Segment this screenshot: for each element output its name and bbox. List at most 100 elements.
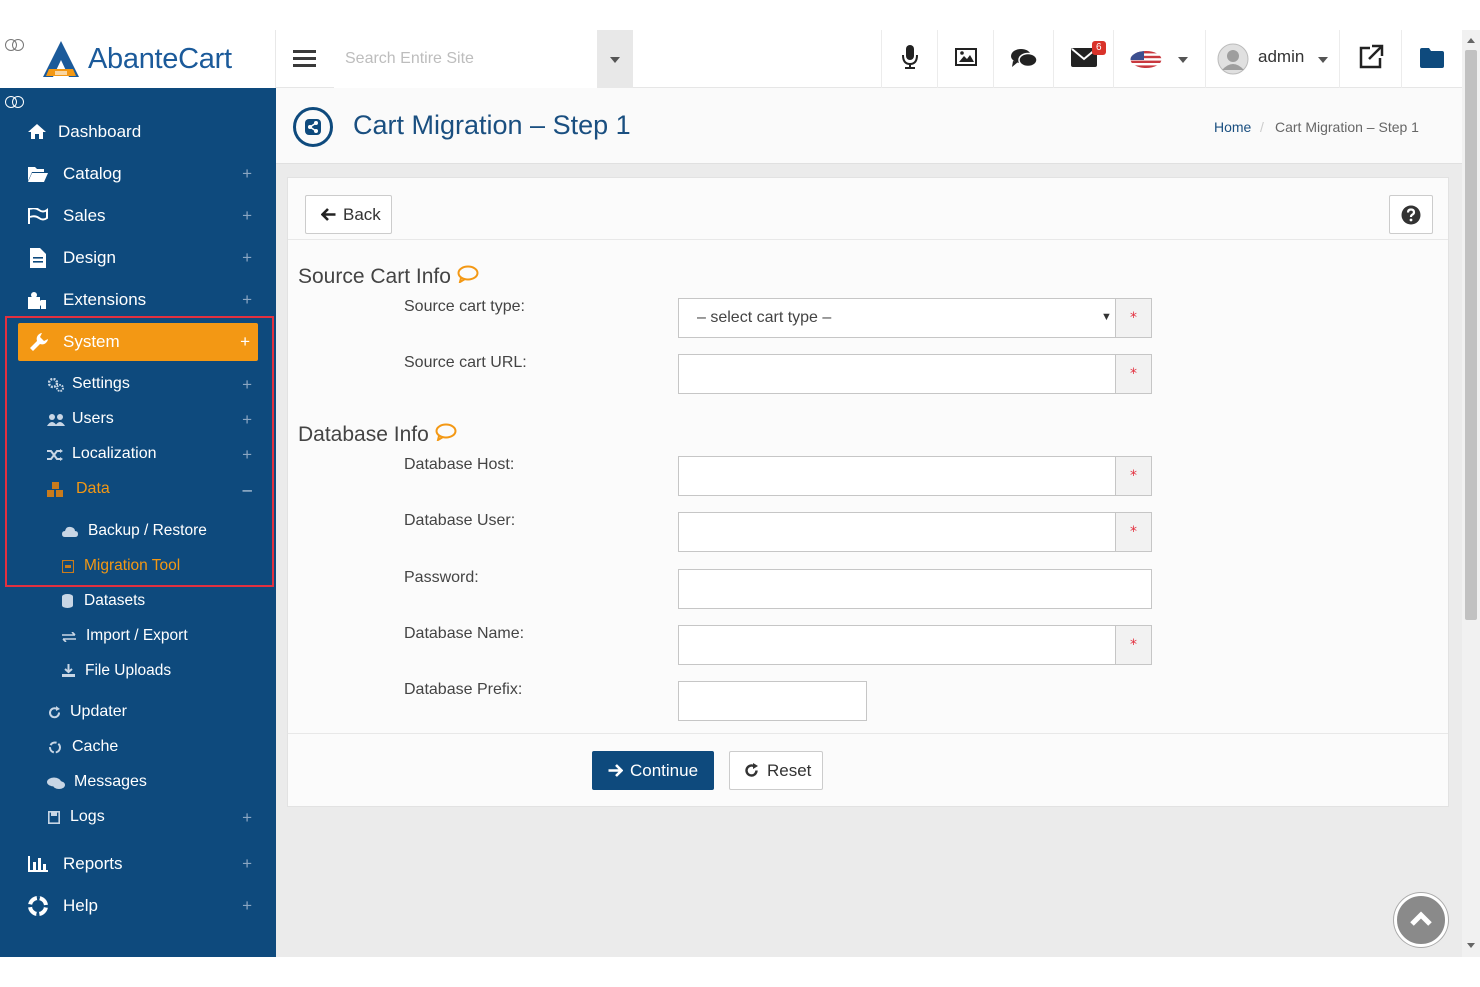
page-header: Cart Migration – Step 1 Home / Cart Migr… xyxy=(276,88,1462,164)
sidebar-item-design[interactable]: Design + xyxy=(0,241,276,275)
sidebar-item-label: Cache xyxy=(72,738,119,755)
sidebar-item-catalog[interactable]: Catalog + xyxy=(0,157,276,191)
exchange-icon xyxy=(62,632,76,642)
messages-button[interactable]: 6 xyxy=(1053,30,1113,88)
search-dropdown-button[interactable] xyxy=(597,30,633,88)
sidebar-item-reports[interactable]: Reports + xyxy=(0,847,276,881)
refresh-icon xyxy=(745,763,758,777)
logo[interactable]: AbanteCart xyxy=(0,30,276,88)
cart-type-select[interactable]: – select cart type – ▼ xyxy=(678,298,1116,338)
expand-icon: + xyxy=(242,206,252,225)
scroll-down-arrow[interactable] xyxy=(1467,943,1475,948)
db-user-input[interactable] xyxy=(678,512,1116,552)
sidebar-item-label: Updater xyxy=(70,703,127,720)
sidebar-item-label: Catalog xyxy=(63,164,122,183)
breadcrumb-separator: / xyxy=(1260,119,1264,135)
flag-icon xyxy=(28,208,48,224)
comments-icon xyxy=(47,777,65,789)
sidebar-item-sales[interactable]: Sales + xyxy=(0,199,276,233)
sidebar-item-label: Dashboard xyxy=(58,122,142,141)
media-button[interactable] xyxy=(937,30,993,88)
db-name-input[interactable] xyxy=(678,625,1116,665)
scroll-up-arrow[interactable] xyxy=(1467,38,1475,43)
chat-button[interactable] xyxy=(993,30,1053,88)
arrow-right-icon xyxy=(608,764,623,777)
scroll-thumb[interactable] xyxy=(1465,50,1477,620)
sidebar-item-extensions[interactable]: Extensions + xyxy=(0,283,276,317)
back-button[interactable]: Back xyxy=(305,195,392,234)
caret-down-icon xyxy=(1318,57,1328,63)
voice-search-button[interactable] xyxy=(881,30,937,88)
sidebar-item-file-uploads[interactable]: File Uploads xyxy=(0,657,276,685)
breadcrumb-home[interactable]: Home xyxy=(1214,119,1251,135)
toggle-icon[interactable] xyxy=(5,96,24,108)
folder-open-icon xyxy=(28,167,48,182)
expand-icon: + xyxy=(242,808,252,827)
required-marker: * xyxy=(1116,625,1152,665)
sidebar-item-label: Reports xyxy=(63,854,123,873)
continue-label: Continue xyxy=(630,761,699,780)
back-label: Back xyxy=(343,205,381,224)
user-name: admin xyxy=(1258,47,1305,66)
sidebar-item-label: Help xyxy=(63,896,98,915)
sidebar-item-import-export[interactable]: Import / Export xyxy=(0,622,276,650)
breadcrumb-current: Cart Migration – Step 1 xyxy=(1275,119,1419,135)
datasets-icon xyxy=(62,594,73,608)
db-name-label: Database Name: xyxy=(404,625,525,642)
reset-button[interactable]: Reset xyxy=(729,751,823,790)
db-host-input[interactable] xyxy=(678,456,1116,496)
us-flag-icon xyxy=(1130,51,1162,68)
sidebar-item-help[interactable]: Help + xyxy=(0,889,276,923)
migration-icon xyxy=(293,107,333,147)
abantecart-logo-icon xyxy=(43,41,79,77)
avatar xyxy=(1217,43,1249,75)
toggle-icon[interactable] xyxy=(5,39,24,51)
sidebar-item-messages[interactable]: Messages xyxy=(0,769,276,797)
comment-icon[interactable] xyxy=(435,423,457,441)
expand-icon: + xyxy=(242,896,252,915)
puzzle-icon xyxy=(28,292,46,309)
back-to-top-button[interactable] xyxy=(1394,893,1448,947)
comments-icon xyxy=(1011,49,1038,68)
file-manager-button[interactable] xyxy=(1401,30,1462,88)
external-link-icon xyxy=(1359,44,1384,69)
question-circle-icon xyxy=(1401,205,1421,225)
open-storefront-button[interactable] xyxy=(1339,30,1401,88)
sidebar-item-logs[interactable]: Logs + xyxy=(0,804,276,832)
top-bar: AbanteCart Search Entire Site 6 admin xyxy=(0,30,1462,88)
sidebar-item-updater[interactable]: Updater xyxy=(0,699,276,727)
sidebar-item-cache[interactable]: Cache xyxy=(0,734,276,762)
reset-label: Reset xyxy=(767,761,812,780)
bar-chart-icon xyxy=(28,856,48,872)
db-prefix-input[interactable] xyxy=(678,681,867,721)
cart-url-input[interactable] xyxy=(678,354,1116,394)
sidebar-item-label: Logs xyxy=(70,808,105,825)
comment-icon[interactable] xyxy=(457,265,479,283)
password-label: Password: xyxy=(404,569,479,586)
db-host-label: Database Host: xyxy=(404,456,515,473)
arrow-left-icon xyxy=(321,208,336,221)
main-content: Cart Migration – Step 1 Home / Cart Migr… xyxy=(276,88,1462,957)
required-marker: * xyxy=(1116,298,1152,338)
sidebar-item-label: Datasets xyxy=(84,592,146,609)
help-button[interactable] xyxy=(1389,195,1433,234)
expand-icon: + xyxy=(242,248,252,267)
cart-url-label: Source cart URL: xyxy=(404,354,527,371)
folder-icon xyxy=(1420,48,1444,68)
upload-icon xyxy=(62,664,75,677)
required-marker: * xyxy=(1116,354,1152,394)
sidebar-item-datasets[interactable]: Datasets xyxy=(0,587,276,615)
caret-down-icon xyxy=(610,57,620,63)
menu-icon[interactable] xyxy=(293,48,317,68)
password-input[interactable] xyxy=(678,569,1152,609)
refresh-icon xyxy=(49,706,60,719)
db-prefix-label: Database Prefix: xyxy=(404,681,523,698)
search-input[interactable] xyxy=(334,30,598,88)
page-scrollbar[interactable] xyxy=(1462,30,1480,957)
continue-button[interactable]: Continue xyxy=(592,751,714,790)
language-selector[interactable] xyxy=(1113,30,1205,88)
caret-down-icon xyxy=(1178,57,1188,63)
sidebar-item-dashboard[interactable]: Dashboard xyxy=(0,115,276,149)
chevron-up-icon xyxy=(1410,911,1432,926)
sidebar-item-label: Sales xyxy=(63,206,106,225)
